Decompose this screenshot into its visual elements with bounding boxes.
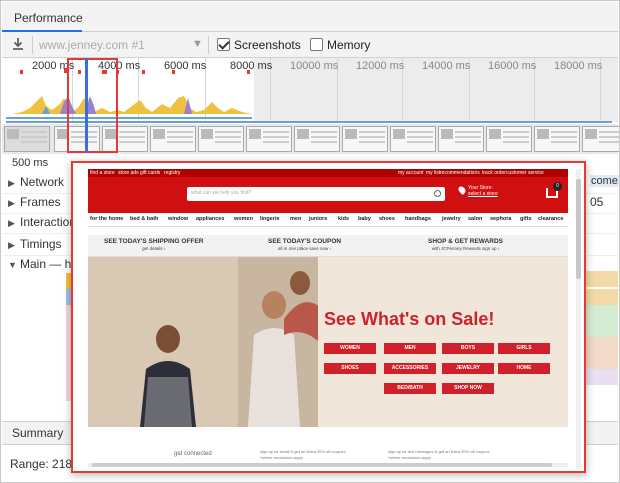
hero-button: SHOP NOW	[442, 383, 494, 394]
tab-performance[interactable]: Performance	[2, 2, 83, 32]
memory-label: Memory	[327, 38, 371, 52]
filmstrip-frame[interactable]	[342, 126, 388, 152]
devtools-window: Performance www.jenney.com #1 ▼ Screensh…	[0, 0, 620, 483]
filmstrip-frame[interactable]	[246, 126, 292, 152]
track-frames[interactable]: ▶ Frames	[8, 195, 61, 215]
filmstrip-frame[interactable]	[102, 126, 148, 152]
filmstrip-frame[interactable]	[390, 126, 436, 152]
triangle-right-icon: ▶	[8, 218, 15, 228]
timeline-overview[interactable]: 2000 ms 4000 ms 6000 ms 8000 ms 10000 ms…	[2, 58, 619, 154]
hero-family-photo	[88, 257, 318, 427]
filmstrip-frame[interactable]	[534, 126, 580, 152]
frames-value: 05	[590, 195, 604, 209]
filmstrip-frame[interactable]	[486, 126, 532, 152]
screenshots-label: Screenshots	[234, 38, 301, 52]
filmstrip-frame[interactable]	[438, 126, 484, 152]
track-timings[interactable]: ▶ Timings	[8, 237, 62, 257]
get-connected-heading: get connected	[174, 451, 212, 457]
hero-button: SHOES	[324, 363, 376, 374]
cart-count-badge: 0	[553, 182, 562, 191]
track-network[interactable]: ▶ Network	[8, 175, 64, 195]
promo-rewards: SHOP & GET REWARDS with JCPenney Rewards…	[428, 238, 504, 251]
task-block[interactable]	[586, 289, 618, 305]
panel-tabbar: Performance	[2, 2, 618, 32]
range-label: Range: 218	[10, 457, 73, 471]
task-block[interactable]	[586, 271, 618, 287]
hero-button: MEN	[384, 343, 436, 354]
category-nav: for the home bed & bath window appliance…	[88, 213, 568, 227]
screenshot-preview: find a store store ads gift cards regist…	[71, 161, 586, 473]
site-search-input: what can we help you find?	[187, 187, 445, 201]
hero-button: WOMEN	[324, 343, 376, 354]
task-block[interactable]	[586, 321, 618, 337]
hero-button: BED/BATH	[384, 383, 436, 394]
preview-vertical-scrollbar	[576, 169, 581, 469]
location-pin-icon	[457, 185, 467, 195]
ruler-start-label: 500 ms	[12, 157, 49, 169]
triangle-down-icon: ▼	[8, 260, 17, 270]
utility-bar: find a store store ads gift cards regist…	[88, 169, 568, 177]
hero-button: GIRLS	[498, 343, 550, 354]
triangle-right-icon: ▶	[8, 198, 15, 208]
screenshot-filmstrip[interactable]	[2, 124, 619, 154]
download-icon[interactable]	[11, 37, 25, 51]
screenshots-checkbox[interactable]	[217, 38, 230, 51]
toolbar-divider	[32, 36, 33, 54]
task-block[interactable]	[586, 353, 618, 369]
filmstrip-frame[interactable]	[582, 126, 619, 152]
jcpenney-page-screenshot: find a store store ads gift cards regist…	[88, 169, 568, 469]
hero-button: ACCESSORIES	[384, 363, 436, 374]
promo-coupon: SEE TODAY'S COUPON all in one place save…	[268, 238, 342, 251]
filmstrip-frame[interactable]	[150, 126, 196, 152]
task-block[interactable]	[586, 369, 618, 385]
triangle-right-icon: ▶	[8, 178, 15, 188]
profile-select[interactable]: www.jenney.com #1	[39, 38, 145, 52]
hero-button: HOME	[498, 363, 550, 374]
preview-horizontal-scrollbar	[88, 463, 568, 467]
hero-button: JEWELRY	[442, 363, 494, 374]
filmstrip-frame[interactable]	[54, 126, 100, 152]
hero-headline: See What's on Sale!	[324, 309, 495, 329]
task-block[interactable]	[586, 337, 618, 353]
memory-checkbox[interactable]	[310, 38, 323, 51]
search-icon	[434, 190, 441, 197]
jcpenney-logo	[96, 183, 158, 207]
promo-shipping: SEE TODAY'S SHIPPING OFFER get details ›	[104, 238, 204, 251]
filmstrip-frame[interactable]	[294, 126, 340, 152]
triangle-right-icon: ▶	[8, 240, 15, 250]
site-header: what can we help you find? Your Store: s…	[88, 177, 568, 213]
filmstrip-frame[interactable]	[198, 126, 244, 152]
tab-summary[interactable]: Summary	[12, 426, 63, 440]
filmstrip-frame[interactable]	[4, 126, 50, 152]
task-block[interactable]	[586, 305, 618, 321]
promo-strip: SEE TODAY'S SHIPPING OFFER get details ›…	[88, 235, 568, 257]
hero-banner: See What's on Sale! WOMEN MEN BOYS GIRLS…	[88, 257, 568, 427]
chevron-down-icon[interactable]: ▼	[192, 38, 203, 50]
toolbar-divider	[208, 36, 209, 54]
performance-toolbar: www.jenney.com #1 ▼ Screenshots Memory	[2, 32, 618, 58]
hero-button: BOYS	[442, 343, 494, 354]
